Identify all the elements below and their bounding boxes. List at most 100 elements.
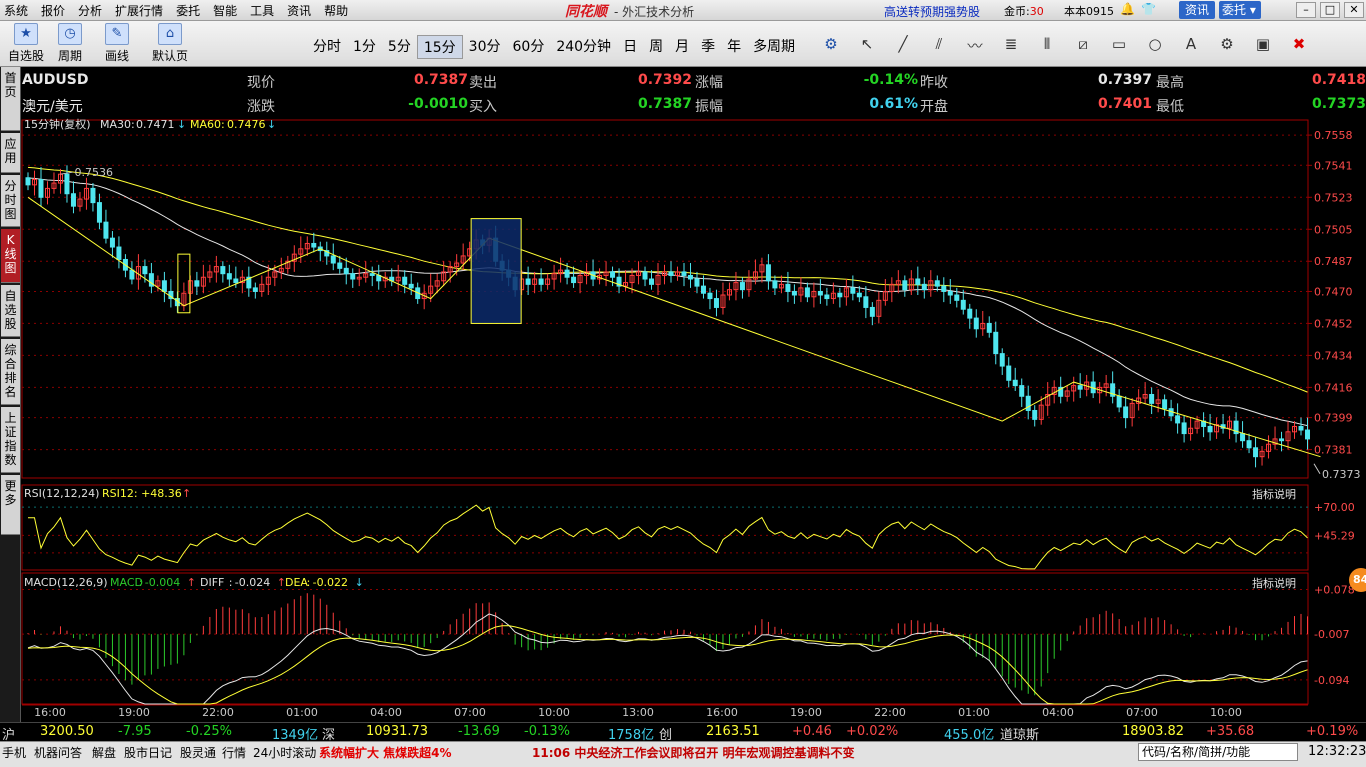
ma30-colon: : — [131, 118, 135, 131]
mobile-link[interactable]: 手机 — [2, 744, 26, 761]
candle-body — [311, 242, 317, 248]
candle-body — [921, 283, 927, 291]
candle-body — [1123, 406, 1129, 419]
candle-body — [668, 271, 674, 276]
candle-body — [986, 322, 992, 333]
candle-body — [96, 202, 102, 223]
candle-body — [649, 278, 655, 285]
clock: 12:32:23 — [1308, 744, 1366, 759]
ma30-value: 0.7471 — [136, 118, 175, 131]
candle-body — [1305, 429, 1311, 440]
ma60-colon: : — [221, 118, 225, 131]
kline-chart[interactable]: 0.7558 0.7541 0.7523 0.7505 0.7487 0.7470 0.74… — [0, 0, 1366, 767]
highlight-box — [470, 218, 522, 324]
x-axis-label: 13:00 — [622, 706, 654, 719]
extreme-leader — [1313, 463, 1321, 475]
candle-body — [804, 287, 810, 298]
candle-body — [330, 255, 336, 264]
candle-body — [1279, 438, 1285, 442]
candle-body — [999, 353, 1005, 367]
rolling-news-link[interactable]: 24小时滚动 — [253, 744, 316, 761]
candle-body — [369, 273, 375, 276]
analysis-link[interactable]: 解盘 — [92, 744, 116, 761]
floating-badge[interactable]: 84 — [1349, 568, 1366, 592]
candle-body — [252, 287, 258, 292]
headline-news[interactable]: 11:06 中央经济工作会议即将召开 明年宏观调控基调料不变 — [532, 744, 855, 761]
candle-body — [70, 193, 76, 207]
candle-body — [739, 282, 745, 291]
robot-qa-link[interactable]: 机器问答 — [34, 744, 82, 761]
macd-readout-colon: : — [307, 576, 311, 589]
candle-body — [817, 290, 823, 296]
extreme-label: 0.7536 — [74, 166, 113, 179]
price-frame — [21, 119, 1309, 479]
macd-readout-arrow: ↓ — [355, 576, 364, 589]
diary-link[interactable]: 股市日记 — [124, 744, 172, 761]
cy-change: +0.46 — [792, 724, 832, 739]
candle-body — [1162, 399, 1168, 410]
rsi-line — [28, 504, 1308, 570]
candle-body — [571, 276, 577, 284]
candle-body — [960, 299, 966, 310]
candle-body — [129, 269, 135, 280]
candle-body — [1240, 433, 1246, 442]
sz-value: 10931.73 — [366, 724, 429, 739]
macd-axis-label: +0.078 — [1314, 584, 1355, 597]
x-axis-label: 10:00 — [538, 706, 570, 719]
macd-readout-colon: : — [139, 576, 143, 589]
candle-body — [934, 280, 940, 287]
candle-body — [915, 278, 921, 285]
ma60-arrow: ↓ — [267, 118, 276, 131]
candle-body — [38, 179, 44, 198]
stock-alert-link[interactable]: 股灵通 — [180, 744, 216, 761]
x-axis-label: 10:00 — [1210, 706, 1242, 719]
candle-body — [408, 283, 414, 289]
candle-body — [713, 298, 719, 308]
macd-readout-colon: : — [229, 576, 233, 589]
candle-body — [947, 290, 953, 296]
candle-body — [194, 280, 200, 287]
rsi-arrow: ↑ — [182, 487, 191, 500]
x-axis-label: 19:00 — [118, 706, 150, 719]
candle-body — [1077, 385, 1083, 390]
candle-body — [941, 285, 947, 292]
candle-body — [1253, 447, 1259, 458]
candle-body — [1207, 425, 1213, 433]
rsi-readout: RSI12: +48.36 — [102, 487, 182, 500]
x-axis-label: 01:00 — [958, 706, 990, 719]
rsi-help-button[interactable]: 指标说明 — [1252, 487, 1296, 501]
x-axis-label: 01:00 — [286, 706, 318, 719]
macd-help-button[interactable]: 指标说明 — [1252, 576, 1296, 590]
candle-body — [525, 278, 531, 285]
sh-percent: -0.25% — [186, 724, 232, 739]
candle-body — [610, 271, 616, 278]
candle-body — [103, 221, 109, 239]
price-axis-label: 0.7381 — [1314, 444, 1353, 457]
market-link[interactable]: 行情 — [222, 744, 246, 761]
candle-body — [785, 283, 791, 292]
price-axis-label: 0.7505 — [1314, 223, 1353, 236]
candle-body — [109, 237, 115, 248]
index-ticker: 沪 3200.50 -7.95 -0.25% 1349亿 深 10931.73 … — [0, 722, 1366, 743]
candle-body — [967, 308, 973, 319]
candle-body — [233, 278, 239, 284]
candle-body — [642, 271, 648, 280]
macd-axis-label: -0.094 — [1314, 674, 1349, 687]
x-axis-label: 16:00 — [34, 706, 66, 719]
candle-body — [343, 267, 349, 275]
x-axis-label: 22:00 — [874, 706, 906, 719]
rsi-axis-label: +45.29 — [1314, 529, 1355, 542]
ma60-line — [27, 166, 1308, 393]
sh-change: -7.95 — [118, 724, 152, 739]
candle-body — [694, 278, 700, 287]
code-search-input[interactable]: 代码/名称/简拼/功能 — [1138, 743, 1298, 761]
macd-readout-value: -0.022 — [313, 576, 348, 589]
news-ticker[interactable]: 系统幅扩大 焦煤跌超4% — [319, 744, 452, 761]
price-axis-label: 0.7434 — [1314, 349, 1353, 362]
kline-title: 15分钟(复权) — [24, 117, 91, 131]
candle-body — [765, 264, 771, 282]
candle-body — [863, 296, 869, 308]
candle-body — [564, 269, 570, 278]
dj-value: 18903.82 — [1122, 724, 1185, 739]
candle-body — [220, 266, 226, 275]
